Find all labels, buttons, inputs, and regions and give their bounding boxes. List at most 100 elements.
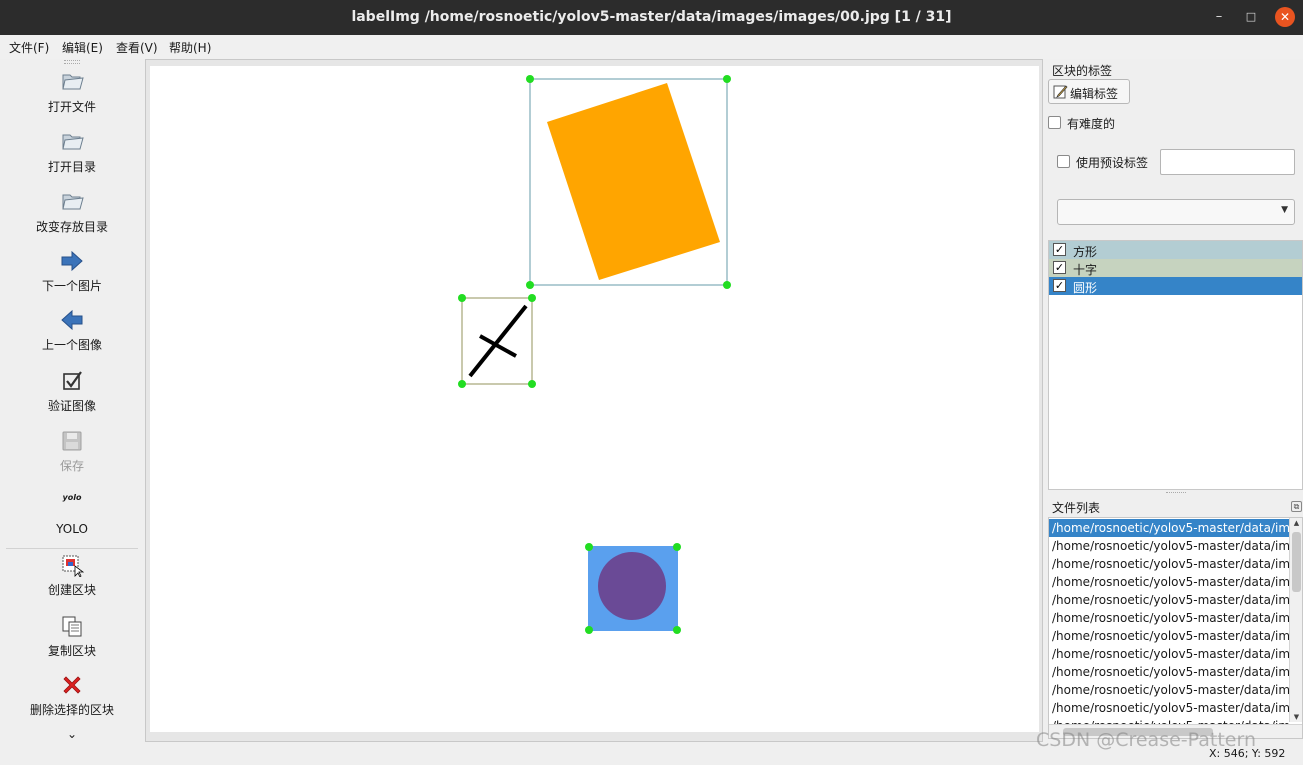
create-box-label: 创建区块 xyxy=(47,583,96,597)
difficult-checkbox[interactable] xyxy=(1048,116,1061,129)
image-canvas[interactable] xyxy=(150,66,1039,732)
bbox-handle[interactable] xyxy=(458,294,466,302)
save-button[interactable]: 保存 xyxy=(0,429,144,474)
scrollbar-thumb[interactable] xyxy=(1292,532,1301,592)
checkbox-checked-icon[interactable]: ✓ xyxy=(1053,261,1066,274)
label-item-square[interactable]: ✓ 方形 xyxy=(1049,241,1302,259)
change-save-dir-label: 改变存放目录 xyxy=(35,220,108,234)
folder-open-icon xyxy=(62,194,84,210)
scroll-down-icon[interactable]: ▼ xyxy=(1290,713,1302,721)
delete-x-icon xyxy=(63,676,81,694)
close-button[interactable]: ✕ xyxy=(1275,7,1295,27)
open-file-label: 打开文件 xyxy=(47,100,96,114)
label-combobox[interactable]: ▼ xyxy=(1057,199,1295,225)
file-list-item[interactable]: /home/rosnoetic/yolov5-master/data/image… xyxy=(1049,555,1289,573)
annotation-layer xyxy=(458,75,731,634)
edit-label-text: 编辑标签 xyxy=(1070,87,1119,101)
file-list-item[interactable]: /home/rosnoetic/yolov5-master/data/image… xyxy=(1049,573,1289,591)
menu-bar: 文件(F) 编辑(E) 查看(V) 帮助(H) xyxy=(0,35,1303,59)
yolo-icon: yolo xyxy=(62,493,82,502)
file-list-item[interactable]: /home/rosnoetic/yolov5-master/data/image… xyxy=(1049,627,1289,645)
bbox-handle[interactable] xyxy=(673,543,681,551)
menu-edit[interactable]: 编辑(E) xyxy=(62,39,103,56)
bbox-handle[interactable] xyxy=(585,543,593,551)
menu-help[interactable]: 帮助(H) xyxy=(169,39,211,56)
next-image-label: 下一个图片 xyxy=(41,279,102,293)
maximize-button[interactable]: □ xyxy=(1241,7,1261,27)
checkbox-icon xyxy=(63,371,82,390)
window-title: labelImg /home/rosnoetic/yolov5-master/d… xyxy=(351,9,952,25)
arrow-right-icon xyxy=(61,250,83,272)
delete-box-button[interactable]: 删除选择的区块 xyxy=(0,673,144,718)
bbox-handle[interactable] xyxy=(526,281,534,289)
checkbox-checked-icon[interactable]: ✓ xyxy=(1053,279,1066,292)
open-dir-button[interactable]: 打开目录 xyxy=(0,130,144,175)
copy-icon xyxy=(62,616,82,637)
duplicate-box-button[interactable]: 复制区块 xyxy=(0,614,144,659)
file-list-item[interactable]: /home/rosnoetic/yolov5-master/data/image… xyxy=(1049,681,1289,699)
checkbox-checked-icon[interactable]: ✓ xyxy=(1053,243,1066,256)
save-disk-icon xyxy=(62,431,82,451)
duplicate-box-label: 复制区块 xyxy=(47,644,96,658)
bbox-handle[interactable] xyxy=(585,626,593,634)
toolbar-grip[interactable] xyxy=(64,60,80,64)
bbox-handle[interactable] xyxy=(526,75,534,83)
file-list-item[interactable]: /home/rosnoetic/yolov5-master/data/image… xyxy=(1049,645,1289,663)
format-label: YOLO xyxy=(56,522,88,536)
create-box-button[interactable]: 创建区块 xyxy=(0,553,144,598)
dock-float-icon[interactable]: ⧉ xyxy=(1291,501,1302,512)
label-item-circle[interactable]: ✓ 圆形 xyxy=(1049,277,1302,295)
menu-view[interactable]: 查看(V) xyxy=(116,39,158,56)
bbox-handle[interactable] xyxy=(723,75,731,83)
file-list-item[interactable]: /home/rosnoetic/yolov5-master/data/image… xyxy=(1049,519,1289,537)
bbox-handle[interactable] xyxy=(723,281,731,289)
watermark-text: CSDN @Crease-Pattern xyxy=(1036,729,1257,751)
minimize-button[interactable]: – xyxy=(1209,7,1229,27)
toolbar-separator xyxy=(6,548,138,549)
scroll-up-icon[interactable]: ▲ xyxy=(1290,519,1302,527)
prev-image-label: 上一个图像 xyxy=(41,338,102,352)
next-image-button[interactable]: 下一个图片 xyxy=(0,249,144,294)
circle-shape xyxy=(598,552,666,620)
file-list-item[interactable]: /home/rosnoetic/yolov5-master/data/image… xyxy=(1049,699,1289,717)
use-default-label-text: 使用预设标签 xyxy=(1076,156,1149,170)
bbox-handle[interactable] xyxy=(673,626,681,634)
menu-file[interactable]: 文件(F) xyxy=(9,39,49,56)
bbox-handle[interactable] xyxy=(528,380,536,388)
label-list[interactable]: ✓ 方形 ✓ 十字 ✓ 圆形 xyxy=(1048,240,1303,490)
label-item-text: 圆形 xyxy=(1073,281,1098,295)
file-list-item[interactable]: /home/rosnoetic/yolov5-master/data/image… xyxy=(1049,663,1289,681)
chevron-down-icon: ▼ xyxy=(1281,205,1288,215)
prev-image-button[interactable]: 上一个图像 xyxy=(0,308,144,353)
create-box-icon xyxy=(62,555,84,577)
file-list-title: 文件列表 xyxy=(1052,501,1101,515)
label-item-cross[interactable]: ✓ 十字 xyxy=(1049,259,1302,277)
bbox-handle[interactable] xyxy=(458,380,466,388)
save-label: 保存 xyxy=(59,459,84,473)
difficult-label: 有难度的 xyxy=(1067,117,1116,131)
verify-image-label: 验证图像 xyxy=(47,399,96,413)
file-list-vertical-scrollbar[interactable]: ▲ ▼ xyxy=(1289,518,1302,722)
label-item-text: 十字 xyxy=(1073,263,1098,277)
bbox-handle[interactable] xyxy=(528,294,536,302)
open-file-button[interactable]: 打开文件 xyxy=(0,70,144,115)
file-list-item[interactable]: /home/rosnoetic/yolov5-master/data/image… xyxy=(1049,591,1289,609)
file-list-item[interactable]: /home/rosnoetic/yolov5-master/data/image… xyxy=(1049,609,1289,627)
change-save-dir-button[interactable]: 改变存放目录 xyxy=(0,190,144,235)
left-toolbar: 打开文件 打开目录 改变存放目录 下一个图片 上一个图像 验证图像 保存 yol… xyxy=(0,59,144,742)
dock-splitter[interactable] xyxy=(1166,492,1186,495)
folder-open-icon xyxy=(62,74,84,90)
toolbar-more-button[interactable]: ⌄ xyxy=(0,727,144,741)
delete-box-label: 删除选择的区块 xyxy=(29,703,114,717)
use-default-label-checkbox[interactable] xyxy=(1057,155,1070,168)
format-yolo-button[interactable]: yolo YOLO xyxy=(0,492,144,536)
edit-label-button[interactable]: 编辑标签 xyxy=(1048,79,1130,104)
open-dir-label: 打开目录 xyxy=(47,160,96,174)
default-label-input[interactable] xyxy=(1160,149,1295,175)
file-list[interactable]: /home/rosnoetic/yolov5-master/data/image… xyxy=(1048,517,1303,739)
title-bar: labelImg /home/rosnoetic/yolov5-master/d… xyxy=(0,0,1303,35)
verify-image-button[interactable]: 验证图像 xyxy=(0,369,144,414)
box-labels-title: 区块的标签 xyxy=(1052,64,1113,78)
file-list-item[interactable]: /home/rosnoetic/yolov5-master/data/image… xyxy=(1049,537,1289,555)
cross-shape xyxy=(468,304,528,378)
